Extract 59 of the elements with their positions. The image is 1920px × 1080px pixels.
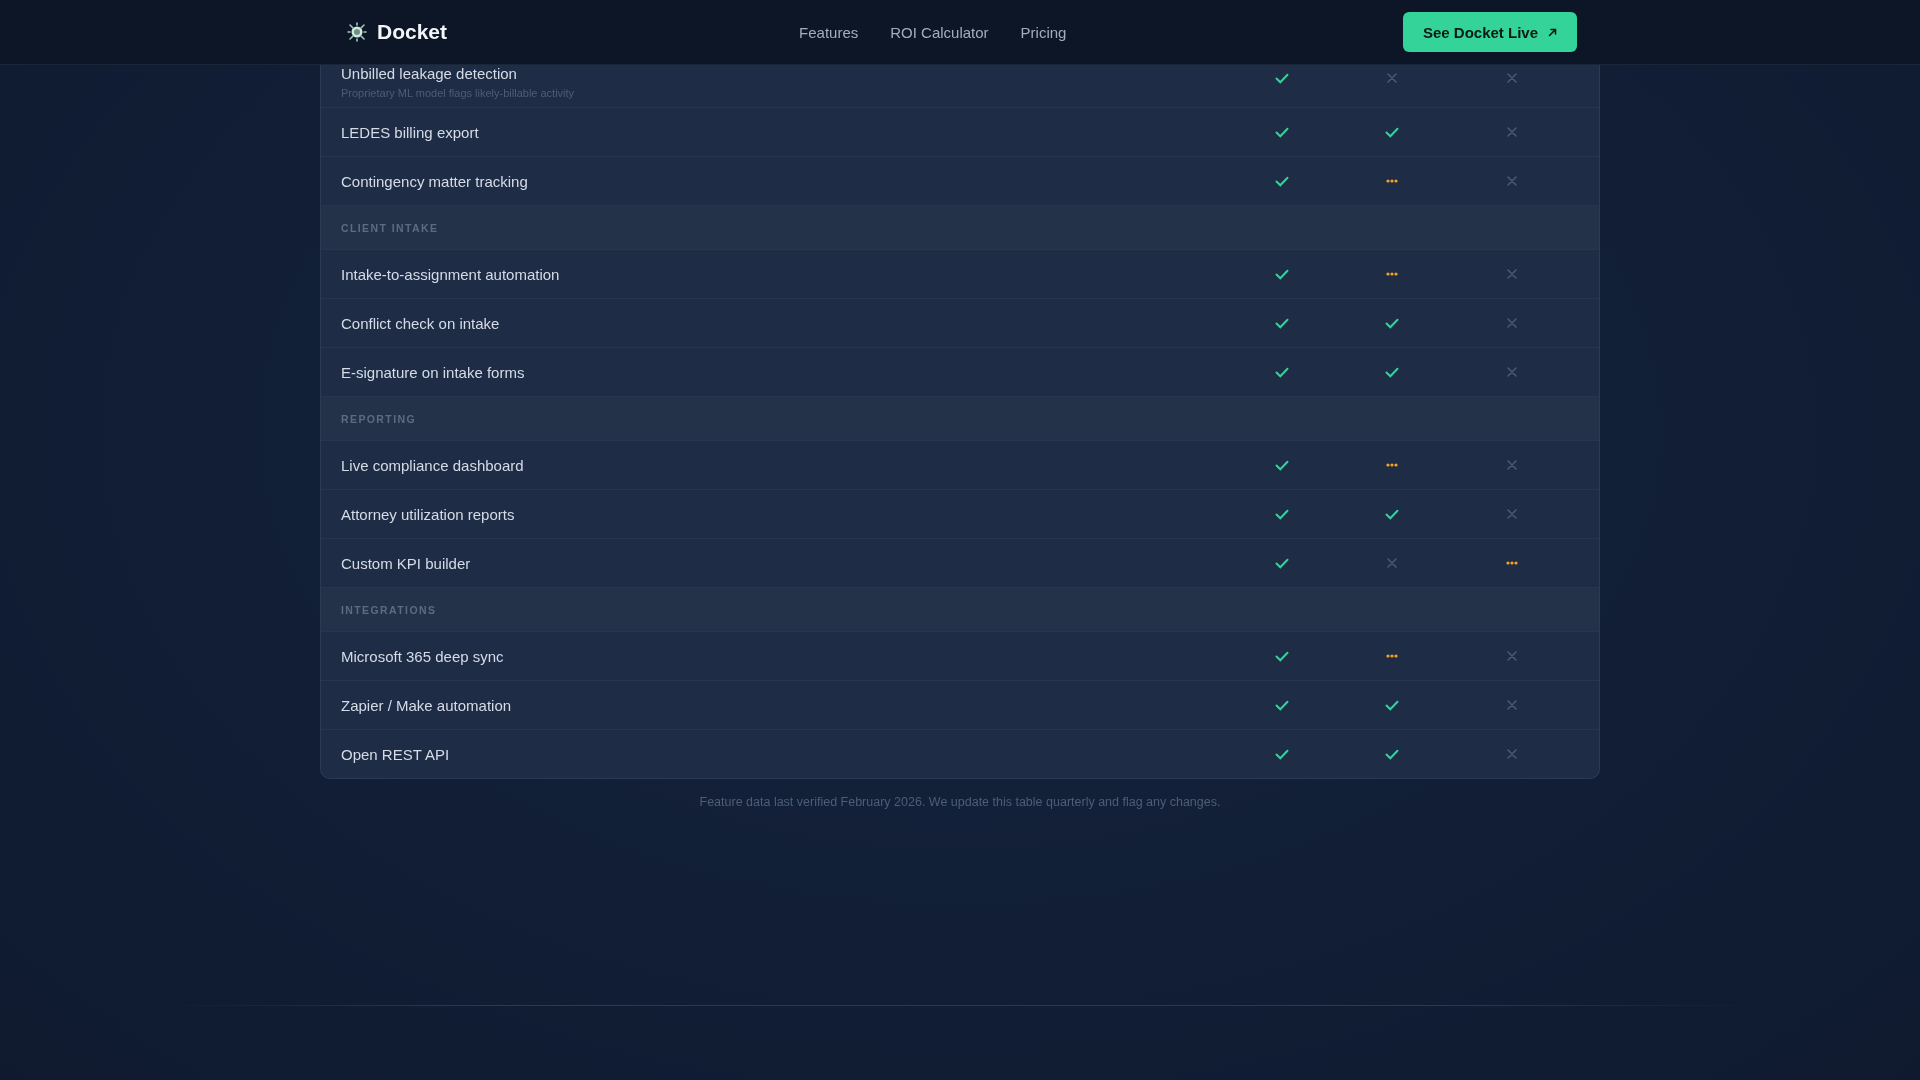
check-icon xyxy=(1275,126,1289,138)
check-icon xyxy=(1275,366,1289,378)
cross-icon xyxy=(1507,269,1517,279)
feature-name: Live compliance dashboard xyxy=(341,456,525,474)
check-icon xyxy=(1385,508,1399,520)
check-icon xyxy=(1275,268,1289,280)
dots-icon xyxy=(1386,272,1398,276)
cross-icon xyxy=(1387,558,1397,568)
feature-name: Zapier / Make automation xyxy=(341,696,513,714)
cross-icon xyxy=(1387,73,1397,83)
nav-link[interactable]: ROI Calculator xyxy=(890,23,989,41)
feature-name: Contingency matter tracking xyxy=(341,172,529,190)
check-icon xyxy=(1385,748,1399,760)
dots-icon xyxy=(1386,654,1398,658)
feature-name: Open REST API xyxy=(341,745,451,763)
brand-name: Docket xyxy=(377,20,448,44)
dots-icon xyxy=(1386,463,1398,467)
check-icon xyxy=(1385,699,1399,711)
cross-icon xyxy=(1507,367,1517,377)
check-icon xyxy=(1275,699,1289,711)
arrow-icon xyxy=(1548,27,1557,37)
check-icon xyxy=(1385,317,1399,329)
cross-icon xyxy=(1507,460,1517,470)
cross-icon xyxy=(1507,651,1517,661)
cross-icon xyxy=(1507,700,1517,710)
dots-icon xyxy=(1386,179,1398,183)
feature-name: LEDES billing export xyxy=(341,123,480,141)
feature-name: Unbilled leakage detection xyxy=(341,65,518,82)
cross-icon xyxy=(1507,318,1517,328)
check-icon xyxy=(1275,317,1289,329)
check-icon xyxy=(1275,748,1289,760)
cross-icon xyxy=(1507,749,1517,759)
check-icon xyxy=(1275,72,1289,84)
footnote: Feature data last verified February 2026. We update this table quarterly and flag any changes. xyxy=(698,795,1222,809)
logo-icon xyxy=(347,22,367,42)
cta-button[interactable]: See Docket Live xyxy=(1402,12,1577,52)
feature-name: Microsoft 365 deep sync xyxy=(341,647,505,665)
section-label: CLIENT INTAKE xyxy=(341,221,440,234)
cross-icon xyxy=(1507,509,1517,519)
check-icon xyxy=(1275,459,1289,471)
cross-icon xyxy=(1507,73,1517,83)
check-icon xyxy=(1275,557,1289,569)
dots-icon xyxy=(1506,561,1518,565)
feature-name: Attorney utilization reports xyxy=(341,505,516,523)
check-icon xyxy=(1275,175,1289,187)
nav-link[interactable]: Pricing xyxy=(1020,23,1067,41)
section-label: REPORTING xyxy=(341,412,418,425)
check-icon xyxy=(1275,508,1289,520)
check-icon xyxy=(1385,366,1399,378)
check-icon xyxy=(1385,126,1399,138)
section-label: INTEGRATIONS xyxy=(341,603,438,616)
check-icon xyxy=(1275,650,1289,662)
cross-icon xyxy=(1507,127,1517,137)
nav-link[interactable]: Features xyxy=(799,23,859,41)
feature-name: Intake-to-assignment automation xyxy=(341,265,561,283)
feature-name: Conflict check on intake xyxy=(341,314,501,332)
feature-name: Custom KPI builder xyxy=(341,554,472,572)
cross-icon xyxy=(1507,176,1517,186)
feature-name: E-signature on intake forms xyxy=(341,363,526,381)
